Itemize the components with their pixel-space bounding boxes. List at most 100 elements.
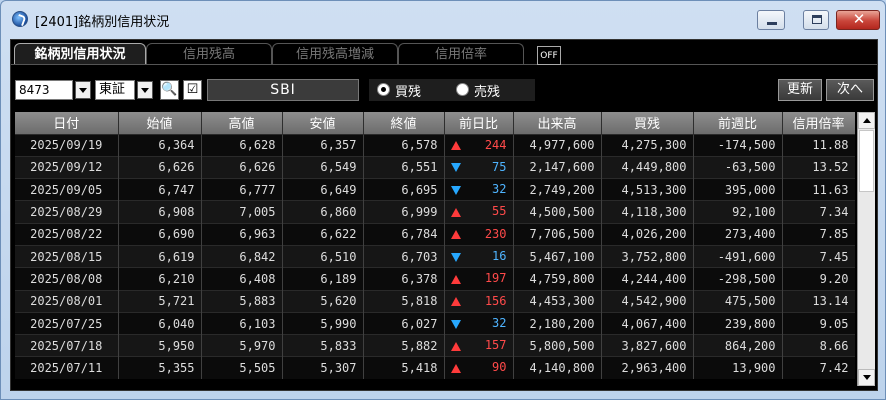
change-cell: 157 [444,334,514,357]
week-change-cell: 13,900 [693,356,783,380]
high-cell: 5,883 [201,289,283,313]
margin-ratio-cell: 7.85 [782,222,855,246]
low-cell: 6,649 [282,178,364,201]
tab-margin-balance[interactable]: 信用残高 [146,43,272,65]
change-cell: 32 [444,311,514,335]
column-header[interactable]: 日付 [15,112,119,134]
column-header[interactable]: 安値 [282,112,364,134]
change-value: 32 [492,315,507,330]
change-value: 197 [484,271,507,286]
up-arrow-icon [450,141,461,151]
table-row[interactable]: 2025/08/22 6,690 6,963 6,622 6,784 230 7,706,5… [15,222,855,246]
change-cell: 197 [444,267,514,291]
scroll-down-button[interactable] [858,369,875,386]
maximize-button[interactable] [803,10,829,30]
scroll-up-button[interactable] [858,112,875,129]
low-cell: 6,549 [282,155,364,179]
open-cell: 5,355 [118,356,202,380]
high-cell: 5,505 [201,356,283,380]
vertical-scrollbar[interactable] [857,112,875,386]
table-row[interactable]: 2025/09/05 6,747 6,777 6,649 6,695 32 2,749,20… [15,178,855,201]
week-change-cell: 239,800 [693,311,783,335]
close-cell: 6,999 [363,200,445,224]
margin-ratio-cell: 11.88 [782,133,855,157]
table-row[interactable]: 2025/07/25 6,040 6,103 5,990 6,027 32 2,180,20… [15,311,855,335]
margin-ratio-cell: 9.20 [782,267,855,291]
column-header[interactable]: 買残 [601,112,694,134]
search-icon[interactable]: 🔍 [160,80,179,100]
column-header[interactable]: 始値 [118,112,202,134]
week-change-cell: 273,400 [693,222,783,246]
margin-ratio-cell: 8.66 [782,334,855,357]
scroll-thumb[interactable] [859,130,874,192]
stock-code-input[interactable]: 8473 [15,80,73,100]
change-cell: 156 [444,289,514,313]
change-cell: 55 [444,200,514,224]
week-change-cell: 395,000 [693,178,783,201]
table-row[interactable]: 2025/08/15 6,619 6,842 6,510 6,703 16 5,467,10… [15,244,855,268]
minimize-button[interactable] [757,10,785,30]
down-arrow-icon [450,319,461,329]
close-cell: 6,551 [363,155,445,179]
column-header[interactable]: 前週比 [693,112,783,134]
table-row[interactable]: 2025/09/19 6,364 6,628 6,357 6,578 244 4,977,6… [15,133,855,157]
radio-sell[interactable] [456,83,469,96]
change-cell: 244 [444,133,514,157]
radio-buy[interactable] [377,83,390,96]
table-row[interactable]: 2025/08/01 5,721 5,883 5,620 5,818 156 4,453,3… [15,289,855,313]
low-cell: 6,510 [282,244,364,268]
window-title: [2401]銘柄別信用状況 [35,15,170,30]
volume-cell: 2,749,200 [513,178,602,201]
column-header[interactable]: 高値 [201,112,283,134]
high-cell: 6,842 [201,244,283,268]
high-cell: 7,005 [201,200,283,224]
market-dropdown-button[interactable] [137,81,153,99]
radio-sell-label: 売残 [474,85,501,100]
column-header[interactable]: 前日比 [444,112,514,134]
market-select[interactable]: 東証 [95,80,135,100]
tab-divider [11,64,877,65]
up-arrow-icon [450,274,461,284]
column-header[interactable]: 終値 [363,112,445,134]
close-cell: 6,784 [363,222,445,246]
column-header[interactable]: 出来高 [513,112,602,134]
buy-balance-cell: 4,513,300 [601,178,694,201]
off-toggle[interactable]: OFF [537,46,561,65]
next-button[interactable]: 次へ [826,79,874,101]
high-cell: 6,626 [201,155,283,179]
refresh-button[interactable]: 更新 [778,79,822,101]
date-cell: 2025/07/18 [15,334,119,357]
tab-margin-change[interactable]: 信用残高増減 [272,43,398,65]
volume-cell: 7,706,500 [513,222,602,246]
close-icon: ✕ [852,10,866,28]
toolbar: 8473 東証 🔍 ☑ SBI 買残 売残 更新 次へ [11,74,877,104]
low-cell: 5,990 [282,311,364,335]
checkbox-edit-icon[interactable]: ☑ [183,80,202,100]
maximize-icon [812,15,822,24]
date-cell: 2025/08/08 [15,267,119,291]
tab-margin-ratio[interactable]: 信用倍率 [398,43,524,65]
change-value: 16 [492,248,507,263]
high-cell: 6,103 [201,311,283,335]
minimize-icon [767,22,777,25]
close-button[interactable]: ✕ [836,10,880,30]
volume-cell: 4,500,500 [513,200,602,224]
close-cell: 6,703 [363,244,445,268]
date-cell: 2025/08/15 [15,244,119,268]
table-header-row: 日付 始値 高値 安値 終値 前日比 出来高 買残 前週比 信用倍率 [15,112,855,134]
table-row[interactable]: 2025/07/18 5,950 5,970 5,833 5,882 157 5,800,5… [15,334,855,357]
buy-balance-cell: 3,827,600 [601,334,694,357]
close-cell: 6,578 [363,133,445,157]
tab-credit-status[interactable]: 銘柄別信用状況 [14,43,146,65]
table-row[interactable]: 2025/09/12 6,626 6,626 6,549 6,551 75 2,147,60… [15,155,855,179]
high-cell: 6,408 [201,267,283,291]
code-dropdown-button[interactable] [75,81,91,99]
volume-cell: 4,977,600 [513,133,602,157]
table-row[interactable]: 2025/08/29 6,908 7,005 6,860 6,999 55 4,500,50… [15,200,855,224]
title-bar[interactable]: [2401]銘柄別信用状況 ✕ [1,1,885,35]
date-cell: 2025/07/11 [15,356,119,380]
table-row[interactable]: 2025/08/08 6,210 6,408 6,189 6,378 197 4,759,8… [15,267,855,291]
table-row[interactable]: 2025/07/11 5,355 5,505 5,307 5,418 90 4,140,80… [15,356,855,380]
up-arrow-icon [450,297,461,307]
column-header[interactable]: 信用倍率 [782,112,855,134]
